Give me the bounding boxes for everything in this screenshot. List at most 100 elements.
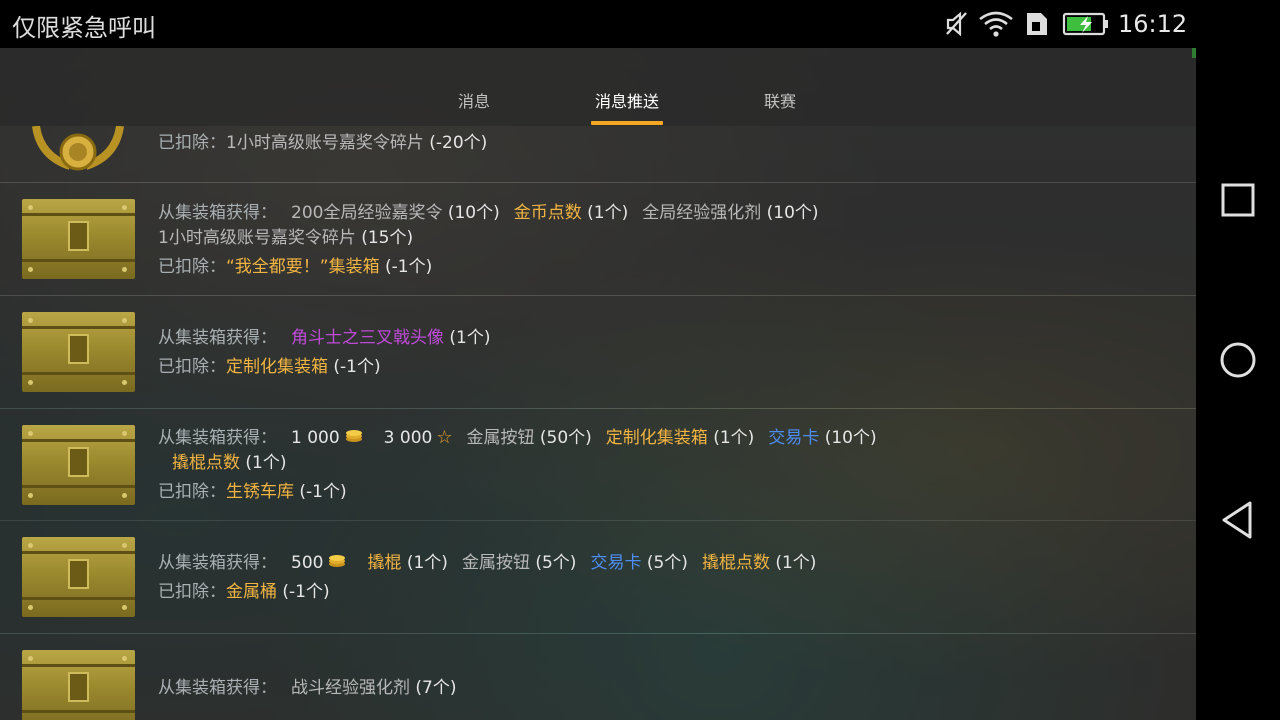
container-detail (122, 318, 127, 323)
rows-4-i4: 撬棍点数 (701, 553, 770, 573)
container-detail (22, 213, 135, 216)
gain-line: 从集装箱获得： 1 000 3 000 ☆ 金属按钮 (50个) 定制化集装箱 (1个) 交… (158, 426, 877, 450)
rows-3-c3: (10个) (824, 428, 877, 448)
container-detail (122, 205, 127, 210)
rows-4-credits: 500 (291, 553, 324, 573)
rows-3-deducted_count: (-1个) (299, 482, 347, 502)
rows-3-gold: 3 000 (383, 428, 433, 448)
rows-3-i4: 撬棍点数 (172, 453, 240, 473)
rows-3-gain_label: 从集装箱获得： (158, 428, 277, 448)
container-detail (122, 493, 127, 498)
sim-icon (1024, 10, 1050, 42)
indicator-mark (1192, 48, 1196, 58)
container-detail (28, 318, 33, 323)
status-bar: 仅限紧急呼叫 16:12 (0, 0, 1196, 48)
rows-1-i2: 金币点数 (513, 203, 582, 223)
mute-icon (944, 10, 970, 42)
rows-4-c4: (1个) (775, 553, 817, 573)
tab-league[interactable]: 联赛 (762, 88, 798, 112)
tab-messages[interactable]: 消息 (456, 88, 492, 112)
rows-3-credits: 1 000 (291, 428, 340, 448)
list-item[interactable]: 已扣除：1小时高级账号嘉奖令碎片 (-20个) (0, 126, 1196, 182)
rows-5-gain_label: 从集装箱获得： (158, 678, 277, 698)
list-item[interactable]: 从集装箱获得： 角斗士之三叉戟头像 (1个) 已扣除：定制化集装箱 (-1个) (0, 296, 1196, 408)
rows-2-deducted_item: 定制化集装箱 (226, 357, 328, 377)
rows-3-c2: (1个) (713, 428, 755, 448)
rows-4-i3: 交易卡 (590, 553, 642, 573)
rows-1-i1: 200全局经验嘉奖令 (291, 203, 443, 223)
container-detail (68, 447, 89, 477)
rows-1-c4: (15个) (361, 228, 414, 248)
container-detail (122, 267, 127, 272)
container-detail (22, 439, 135, 442)
container-detail (68, 672, 89, 702)
container-detail (28, 431, 33, 436)
deducted-line: 已扣除：“我全都要！”集装箱 (-1个) (158, 255, 432, 279)
rows-5-i1: 战斗经验强化剂 (291, 678, 410, 698)
rows-3-i1: 金属按钮 (466, 428, 535, 448)
gain-line-continued: 1小时高级账号嘉奖令碎片 (15个) (158, 226, 413, 250)
rows-3-i2: 定制化集装箱 (605, 428, 708, 448)
rows-1-c1: (10个) (447, 203, 500, 223)
list-item[interactable]: 从集装箱获得： 1 000 3 000 ☆ 金属按钮 (50个) 定制化集装箱 (1个) 交… (0, 409, 1196, 521)
list-item[interactable]: 从集装箱获得： 战斗经验强化剂 (7个) (0, 634, 1196, 720)
container-detail (28, 605, 33, 610)
rows-3-c4: (1个) (245, 453, 287, 473)
rows-4-gain_label: 从集装箱获得： (158, 553, 277, 573)
deducted-line: 已扣除：定制化集装箱 (-1个) (158, 355, 381, 379)
container-detail (22, 372, 135, 375)
credits-coin-icon (327, 551, 347, 575)
container-detail (122, 605, 127, 610)
container-detail (68, 334, 89, 364)
tab-message-push[interactable]: 消息推送 (591, 88, 663, 112)
list-item[interactable]: 从集装箱获得： 200全局经验嘉奖令 (10个) 金币点数 (1个) 全局经验强化剂 … (0, 183, 1196, 295)
gain-line: 从集装箱获得： 200全局经验嘉奖令 (10个) 金币点数 (1个) 全局经验强化剂 … (158, 201, 819, 225)
container-detail (22, 664, 135, 667)
rows-4-deducted_label: 已扣除： (158, 582, 226, 602)
rows-2-deducted_label: 已扣除： (158, 357, 226, 377)
gold-star-icon: ☆ (436, 427, 453, 448)
container-detail (28, 205, 33, 210)
list-item[interactable]: 从集装箱获得： 500 撬棍 (1个) 金属按钮 (5个) 交易卡 (5个) 撬棍点数 (… (0, 521, 1196, 633)
container-icon (22, 537, 135, 617)
rows-2-gain_label: 从集装箱获得： (158, 328, 277, 348)
container-detail (22, 326, 135, 329)
rows-0-deducted_count: (-20个) (429, 133, 488, 153)
container-icon (22, 425, 135, 505)
container-detail (22, 597, 135, 600)
rows-1-deducted_count: (-1个) (385, 257, 433, 277)
container-icon (22, 312, 135, 392)
rows-0-deducted_label: 已扣除： (158, 133, 226, 153)
rows-0-deducted_item: 1小时高级账号嘉奖令碎片 (226, 133, 424, 153)
gain-line: 从集装箱获得： 战斗经验强化剂 (7个) (158, 676, 457, 700)
gain-line: 从集装箱获得： 角斗士之三叉戟头像 (1个) (158, 326, 491, 350)
rows-4-i1: 撬棍 (367, 553, 402, 573)
rows-3-deducted_label: 已扣除： (158, 482, 226, 502)
carrier-text: 仅限紧急呼叫 (12, 14, 156, 42)
gain-line-continued: 撬棍点数 (1个) (172, 451, 287, 475)
rows-4-c2: (5个) (535, 553, 577, 573)
container-detail (122, 431, 127, 436)
container-detail (28, 380, 33, 385)
rows-4-i2: 金属按钮 (461, 553, 530, 573)
container-detail (122, 656, 127, 661)
rows-4-c1: (1个) (406, 553, 448, 573)
container-detail (28, 656, 33, 661)
rows-4-c3: (5个) (646, 553, 688, 573)
wifi-icon (978, 10, 1014, 42)
home-circle-icon[interactable] (1216, 338, 1260, 382)
container-detail (22, 259, 135, 262)
container-detail (22, 710, 135, 713)
back-triangle-icon[interactable] (1216, 498, 1260, 542)
rows-2-deducted_count: (-1个) (333, 357, 381, 377)
rows-1-c3: (10个) (766, 203, 819, 223)
rows-1-gain_label: 从集装箱获得： (158, 203, 277, 223)
rows-2-c1: (1个) (449, 328, 491, 348)
rows-1-deducted_item: “我全都要！”集装箱 (226, 257, 380, 277)
rows-5-c1: (7个) (415, 678, 457, 698)
container-detail (68, 559, 89, 589)
rows-1-deducted_label: 已扣除： (158, 257, 226, 277)
container-detail (22, 485, 135, 488)
recents-square-icon[interactable] (1216, 178, 1260, 222)
tab-bar: 消息 消息推送 联赛 (0, 48, 1196, 126)
